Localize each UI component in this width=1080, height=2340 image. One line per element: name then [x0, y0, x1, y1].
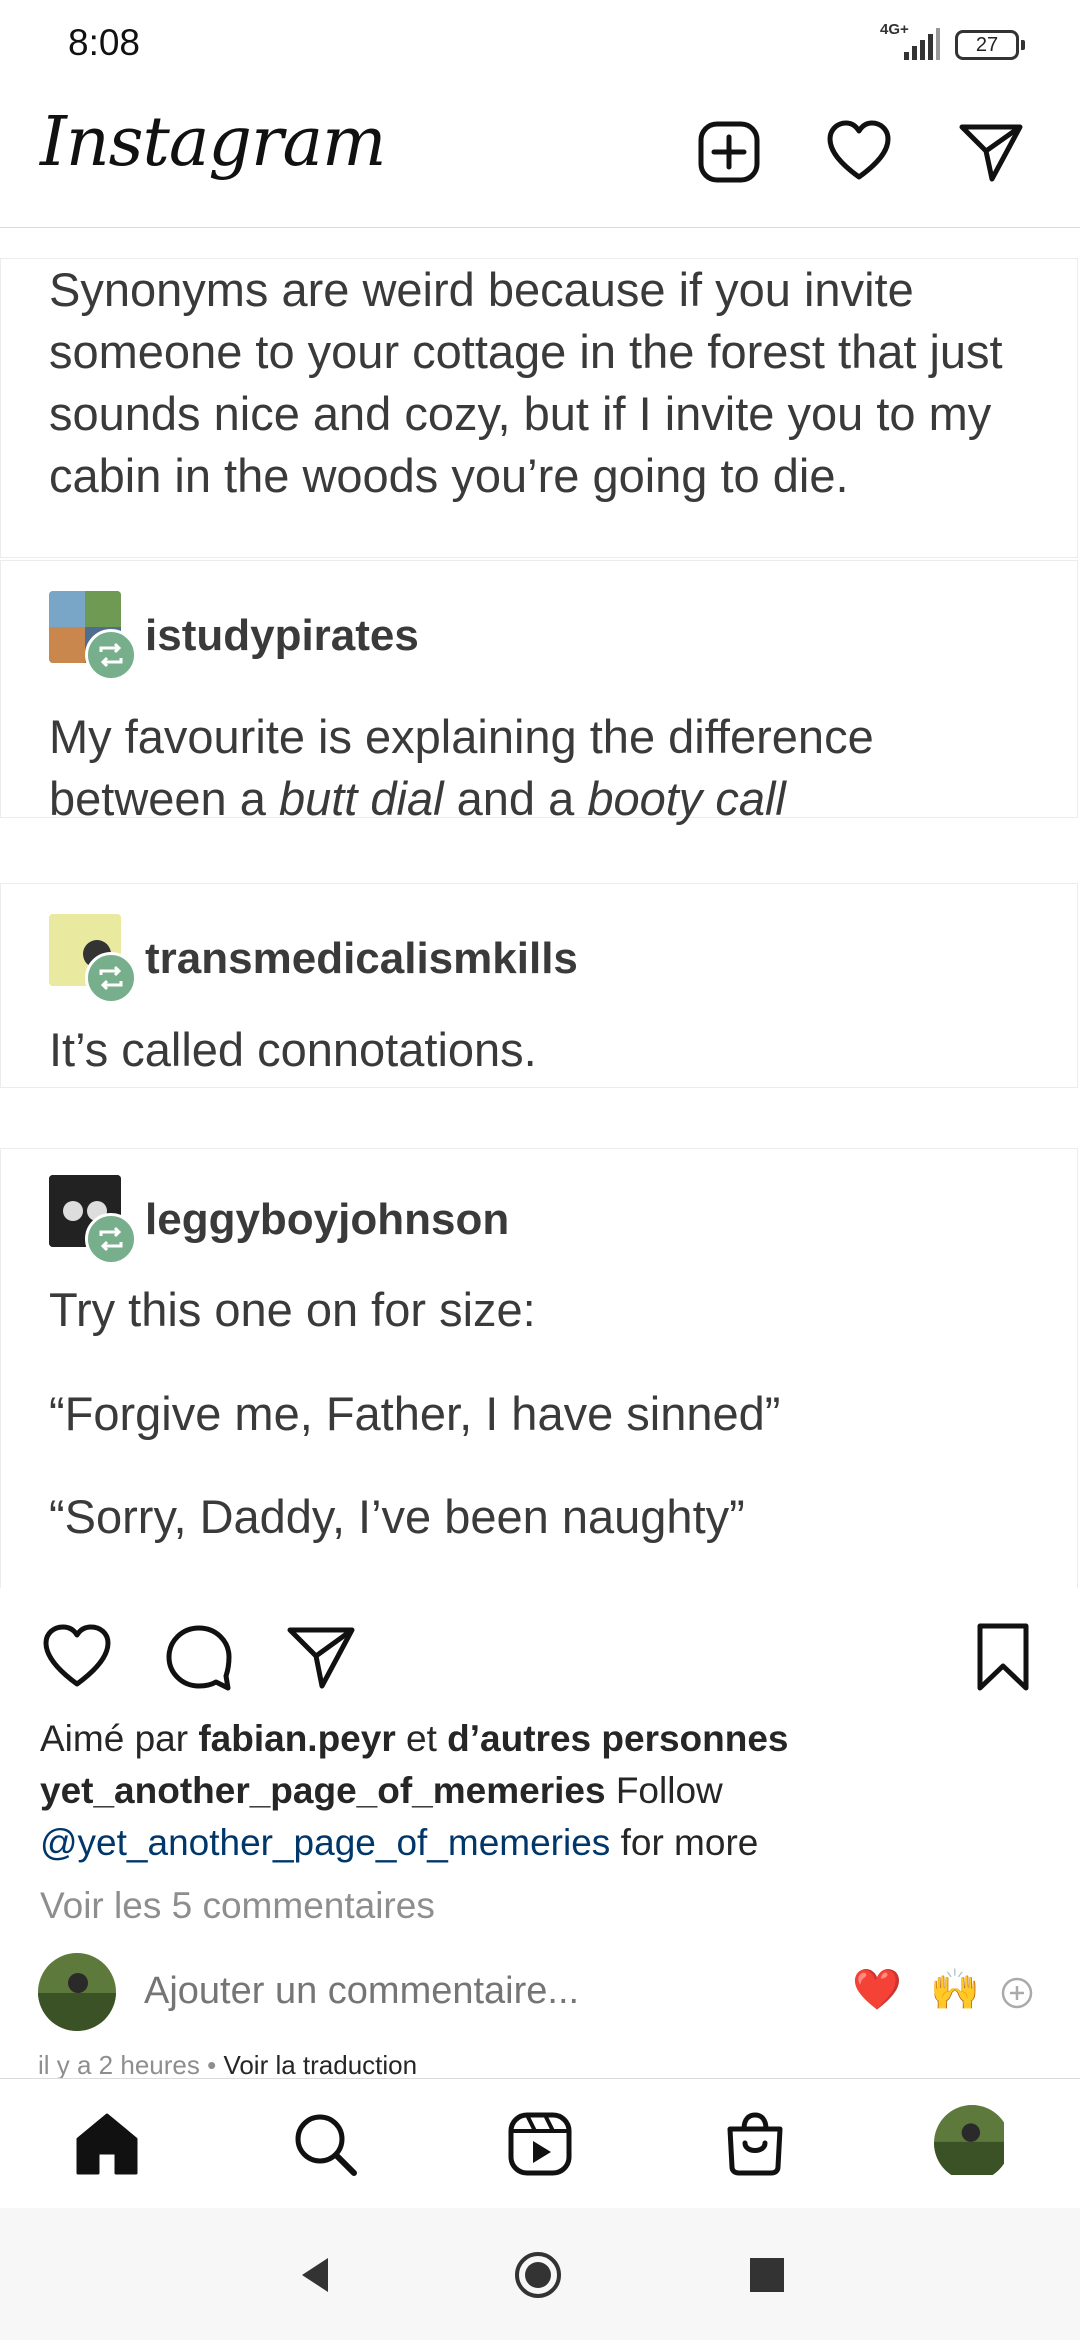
- caption-username[interactable]: yet_another_page_of_memeries: [40, 1770, 606, 1811]
- bookmark-icon: [977, 1623, 1029, 1691]
- activity-button[interactable]: [824, 117, 894, 187]
- add-comment-row: ❤️ 🙌: [0, 1950, 1080, 2040]
- home-circle-icon: [515, 2252, 561, 2298]
- system-nav-bar: [0, 2208, 1080, 2340]
- direct-message-icon: [959, 124, 1023, 182]
- battery-level: 27: [975, 34, 999, 56]
- post-image[interactable]: Synonyms are weird because if you invite…: [0, 228, 1080, 1588]
- likes-summary[interactable]: Aimé par fabian.peyr et d’autres personn…: [40, 1718, 789, 1760]
- avatar: [38, 1953, 116, 2031]
- separator: •: [199, 2050, 224, 2080]
- nav-shop[interactable]: [720, 2109, 790, 2179]
- tumblr-reply-text: It’s called connotations.: [49, 1023, 537, 1076]
- raising-hands-emoji-button[interactable]: 🙌: [930, 1966, 980, 2013]
- tumblr-username: transmedicalismkills: [145, 934, 578, 983]
- add-emoji-icon[interactable]: [1000, 1976, 1034, 2010]
- new-post-icon: [698, 121, 760, 183]
- tumblr-username: leggyboyjohnson: [145, 1195, 510, 1244]
- recents-button[interactable]: [742, 2250, 792, 2300]
- heart-emoji-button[interactable]: ❤️: [852, 1966, 902, 2013]
- nav-search[interactable]: [290, 2109, 360, 2179]
- tumblr-post-text: Synonyms are weird because if you invite…: [49, 263, 1003, 502]
- text-span: and a: [443, 772, 588, 825]
- caption-text: Follow: [605, 1770, 723, 1811]
- comment-button[interactable]: [162, 1620, 236, 1694]
- see-translation-link[interactable]: Voir la traduction: [223, 2050, 417, 2080]
- recents-square-icon: [750, 2258, 784, 2292]
- heart-icon: [827, 120, 891, 180]
- tumblr-username: istudypirates: [145, 611, 419, 660]
- nav-home[interactable]: [72, 2109, 142, 2179]
- home-icon: [76, 2113, 138, 2175]
- liker-username[interactable]: fabian.peyr: [198, 1718, 395, 1759]
- tumblr-reply: leggyboyjohnson Try this one on for size…: [0, 1148, 1078, 1588]
- instagram-logo[interactable]: Instagram: [40, 103, 386, 182]
- save-button[interactable]: [966, 1620, 1040, 1694]
- tumblr-reply: istudypirates My favourite is explaining…: [0, 560, 1078, 825]
- post-timestamp: il y a 2 heures • Voir la traduction: [38, 2050, 417, 2081]
- app-header: Instagram: [0, 95, 1080, 228]
- tumblr-reply-text: My favourite is explaining the differenc…: [49, 706, 874, 830]
- tumblr-reply-line: Try this one on for size:: [49, 1283, 536, 1336]
- reply-line: My favourite is explaining the differenc…: [49, 710, 874, 763]
- comment-icon: [166, 1625, 232, 1691]
- home-system-button[interactable]: [513, 2250, 563, 2300]
- comment-input[interactable]: [144, 1970, 664, 2013]
- likes-prefix: Aimé par: [40, 1718, 199, 1759]
- battery-tip: [1021, 40, 1025, 50]
- reblog-icon: [85, 629, 137, 681]
- back-triangle-icon: [302, 2258, 328, 2292]
- like-button[interactable]: [40, 1620, 114, 1694]
- caption-mention[interactable]: @yet_another_page_of_memeries: [40, 1822, 610, 1863]
- status-time: 8:08: [68, 22, 141, 63]
- reply-line: between a butt dial and a booty call: [49, 768, 874, 830]
- reblog-icon: [85, 1213, 137, 1265]
- heart-icon: [43, 1624, 111, 1687]
- caption: yet_another_page_of_memeries Follow: [40, 1770, 723, 1812]
- share-button[interactable]: [284, 1620, 358, 1694]
- profile-avatar: [934, 2105, 1004, 2175]
- battery-indicator: 27: [955, 30, 1019, 60]
- new-post-button[interactable]: [694, 117, 764, 187]
- tumblr-reply: transmedicalismkills It’s called connota…: [0, 883, 1078, 1088]
- reblog-icon: [85, 952, 137, 1004]
- shop-icon: [727, 2112, 783, 2176]
- direct-messages-button[interactable]: [956, 117, 1026, 187]
- caption-suffix: for more: [610, 1822, 759, 1863]
- time-ago: il y a 2 heures: [38, 2050, 200, 2080]
- search-icon: [295, 2114, 357, 2176]
- view-comments-link[interactable]: Voir les 5 commentaires: [40, 1885, 435, 1927]
- direct-message-icon: [287, 1627, 355, 1689]
- tumblr-reply-line: “Forgive me, Father, I have sinned”: [49, 1387, 781, 1440]
- nav-reels[interactable]: [505, 2109, 575, 2179]
- back-button[interactable]: [290, 2250, 340, 2300]
- text-emphasis: butt dial: [278, 772, 444, 825]
- bottom-nav: [0, 2078, 1080, 2209]
- likes-others[interactable]: d’autres personnes: [447, 1718, 788, 1759]
- reels-icon: [508, 2112, 572, 2176]
- text-emphasis: booty call: [587, 772, 786, 825]
- status-bar: 8:08 4G+ 27: [0, 0, 1080, 95]
- signal-icon: [904, 28, 940, 60]
- tumblr-reply-line: “Sorry, Daddy, I’ve been naughty”: [49, 1490, 745, 1543]
- caption-continued: @yet_another_page_of_memeries for more: [40, 1822, 758, 1864]
- tumblr-original-post: Synonyms are weird because if you invite…: [0, 258, 1078, 558]
- nav-profile[interactable]: [934, 2105, 1010, 2181]
- text-span: between a: [49, 772, 279, 825]
- likes-mid: et: [395, 1718, 448, 1759]
